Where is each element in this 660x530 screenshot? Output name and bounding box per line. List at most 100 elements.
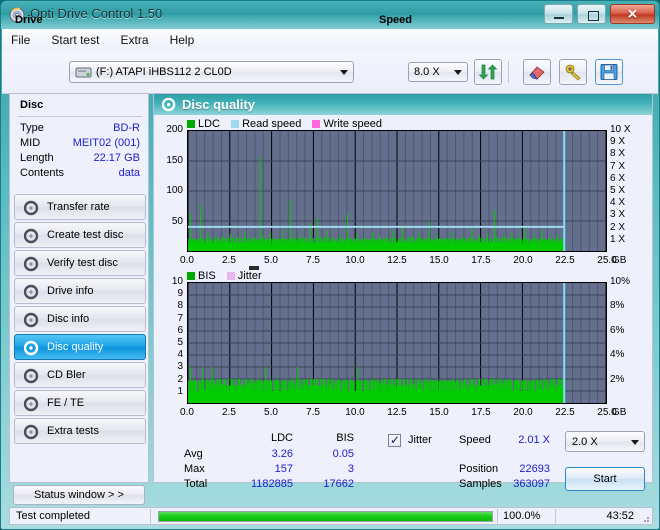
y2-axis-tick: 9 X bbox=[610, 136, 644, 147]
jitter-checkbox-label: Jitter bbox=[408, 434, 432, 446]
chart-top-legend: LDC Read speed Write speed bbox=[187, 118, 390, 130]
x-axis-tick: 12.5 bbox=[379, 407, 415, 418]
minimize-icon[interactable] bbox=[544, 4, 573, 24]
chevron-down-icon[interactable] bbox=[335, 63, 352, 81]
progress-bar bbox=[158, 511, 493, 522]
y2-axis-tick: 3 X bbox=[610, 209, 644, 220]
refresh-button[interactable] bbox=[474, 59, 502, 85]
x-axis-tick: 5.0 bbox=[253, 407, 289, 418]
disc-icon bbox=[24, 340, 40, 356]
y-axis-tick: 1 bbox=[149, 386, 183, 397]
drive-label: Drive bbox=[15, 14, 43, 26]
x-axis-tick: 2.5 bbox=[211, 407, 247, 418]
y2-axis-tick: 5 X bbox=[610, 185, 644, 196]
y-axis-tick: 3 bbox=[149, 361, 183, 372]
y2-axis-tick: 8 X bbox=[610, 148, 644, 159]
chart-bis-jitter[interactable] bbox=[187, 282, 607, 404]
check-icon: ✓ bbox=[390, 433, 400, 447]
sidebar-item-label: CD Bler bbox=[47, 369, 86, 381]
disc-row-value: 22.17 GB bbox=[94, 152, 140, 164]
erase-button[interactable] bbox=[523, 59, 551, 85]
y2-axis-tick: 10 X bbox=[610, 124, 644, 135]
disc-icon bbox=[24, 396, 40, 412]
y-axis-tick: 9 bbox=[149, 288, 183, 299]
sidebar-item-fe-te[interactable]: FE / TE bbox=[14, 390, 146, 416]
stats-row-label-max: Max bbox=[184, 463, 205, 475]
y-axis-tick: 8 bbox=[149, 300, 183, 311]
stats-header-bis: BIS bbox=[314, 432, 354, 444]
y-axis-tick: 6 bbox=[149, 325, 183, 336]
disc-row-mid: MID MEIT02 (001) bbox=[10, 137, 150, 151]
speed-stat-label: Speed bbox=[459, 434, 491, 446]
x-axis-tick: 17.5 bbox=[463, 255, 499, 266]
y2-axis-tick: 4% bbox=[610, 349, 644, 360]
sidebar-item-disc-info[interactable]: Disc info bbox=[14, 306, 146, 332]
chart-ldc[interactable] bbox=[187, 130, 607, 252]
x-axis-label: GB bbox=[612, 255, 626, 266]
sidebar-item-drive-info[interactable]: Drive info bbox=[14, 278, 146, 304]
sidebar-item-label: Transfer rate bbox=[47, 201, 110, 213]
y-axis-tick: 200 bbox=[149, 124, 183, 135]
disc-icon bbox=[24, 312, 40, 328]
x-axis-tick: 20.0 bbox=[505, 255, 541, 266]
x-axis-tick: 5.0 bbox=[253, 255, 289, 266]
sidebar-item-verify-test-disc[interactable]: Verify test disc bbox=[14, 250, 146, 276]
chart-scroll-handle[interactable] bbox=[249, 266, 259, 270]
x-axis-label: GB bbox=[612, 407, 626, 418]
test-speed-select[interactable]: 2.0 X bbox=[565, 431, 645, 452]
menu-item-help[interactable]: Help bbox=[161, 29, 204, 50]
sidebar-item-disc-quality[interactable]: Disc quality bbox=[14, 334, 146, 360]
samples-value: 363097 bbox=[498, 478, 550, 490]
disc-row-type: Type BD-R bbox=[10, 122, 150, 136]
y2-axis-tick: 1 X bbox=[610, 234, 644, 245]
panel-header: Disc quality bbox=[154, 94, 652, 115]
right-panel: Disc quality LDC Read speed Write speed … bbox=[153, 93, 653, 483]
y-axis-tick: 4 bbox=[149, 349, 183, 360]
y-axis-tick: 50 bbox=[149, 216, 183, 227]
stats-value-avg-ldc: 3.26 bbox=[237, 448, 293, 460]
drive-select[interactable]: (F:) ATAPI iHBS112 2 CL0D bbox=[69, 61, 354, 83]
y2-axis-tick: 7 X bbox=[610, 161, 644, 172]
sidebar-item-create-test-disc[interactable]: Create test disc bbox=[14, 222, 146, 248]
x-axis-tick: 2.5 bbox=[211, 255, 247, 266]
chevron-down-icon[interactable] bbox=[626, 433, 643, 450]
y-axis-tick: 2 bbox=[149, 374, 183, 385]
menu-item-file[interactable]: File bbox=[2, 29, 39, 50]
x-axis-tick: 7.5 bbox=[295, 255, 331, 266]
sidebar-item-cd-bler[interactable]: CD Bler bbox=[14, 362, 146, 388]
x-axis-tick: 0.0 bbox=[169, 407, 205, 418]
disc-row-label: MID bbox=[20, 137, 40, 149]
resize-grip[interactable] bbox=[640, 513, 650, 523]
elapsed-time: 43:52 bbox=[606, 508, 634, 524]
position-label: Position bbox=[459, 463, 498, 475]
panel-title: Disc quality bbox=[182, 97, 255, 112]
save-button[interactable] bbox=[595, 59, 623, 85]
stats-row-label-total: Total bbox=[184, 478, 207, 490]
close-icon[interactable]: ✕ bbox=[610, 4, 655, 24]
start-button[interactable]: Start bbox=[565, 467, 645, 491]
disc-row-label: Length bbox=[20, 152, 54, 164]
drive-icon bbox=[75, 65, 92, 80]
jitter-checkbox[interactable]: ✓ bbox=[388, 434, 401, 447]
sidebar-item-transfer-rate[interactable]: Transfer rate bbox=[14, 194, 146, 220]
window-title: Opti Drive Control 1.50 bbox=[30, 6, 162, 21]
speed-select[interactable]: 8.0 X bbox=[408, 62, 468, 82]
sidebar-item-label: FE / TE bbox=[47, 397, 84, 409]
menu-item-extra[interactable]: Extra bbox=[112, 29, 158, 50]
x-axis-tick: 10.0 bbox=[337, 407, 373, 418]
sidebar-item-label: Drive info bbox=[47, 285, 93, 297]
sidebar-item-label: Disc info bbox=[47, 313, 89, 325]
sidebar-item-extra-tests[interactable]: Extra tests bbox=[14, 418, 146, 444]
speed-label: Speed bbox=[379, 14, 412, 26]
maximize-icon[interactable] bbox=[577, 4, 606, 24]
tools-button[interactable] bbox=[559, 59, 587, 85]
x-axis-tick: 7.5 bbox=[295, 407, 331, 418]
stats-header-ldc: LDC bbox=[247, 432, 293, 444]
status-window-button[interactable]: Status window > > bbox=[13, 485, 145, 505]
legend-label-ldc: LDC bbox=[198, 118, 220, 130]
legend-swatch-ldc bbox=[187, 120, 195, 128]
chevron-down-icon[interactable] bbox=[449, 64, 466, 80]
menu-item-start-test[interactable]: Start test bbox=[42, 29, 108, 50]
title-bar: Opti Drive Control 1.50 ✕ bbox=[1, 1, 659, 29]
x-axis-tick: 20.0 bbox=[505, 407, 541, 418]
